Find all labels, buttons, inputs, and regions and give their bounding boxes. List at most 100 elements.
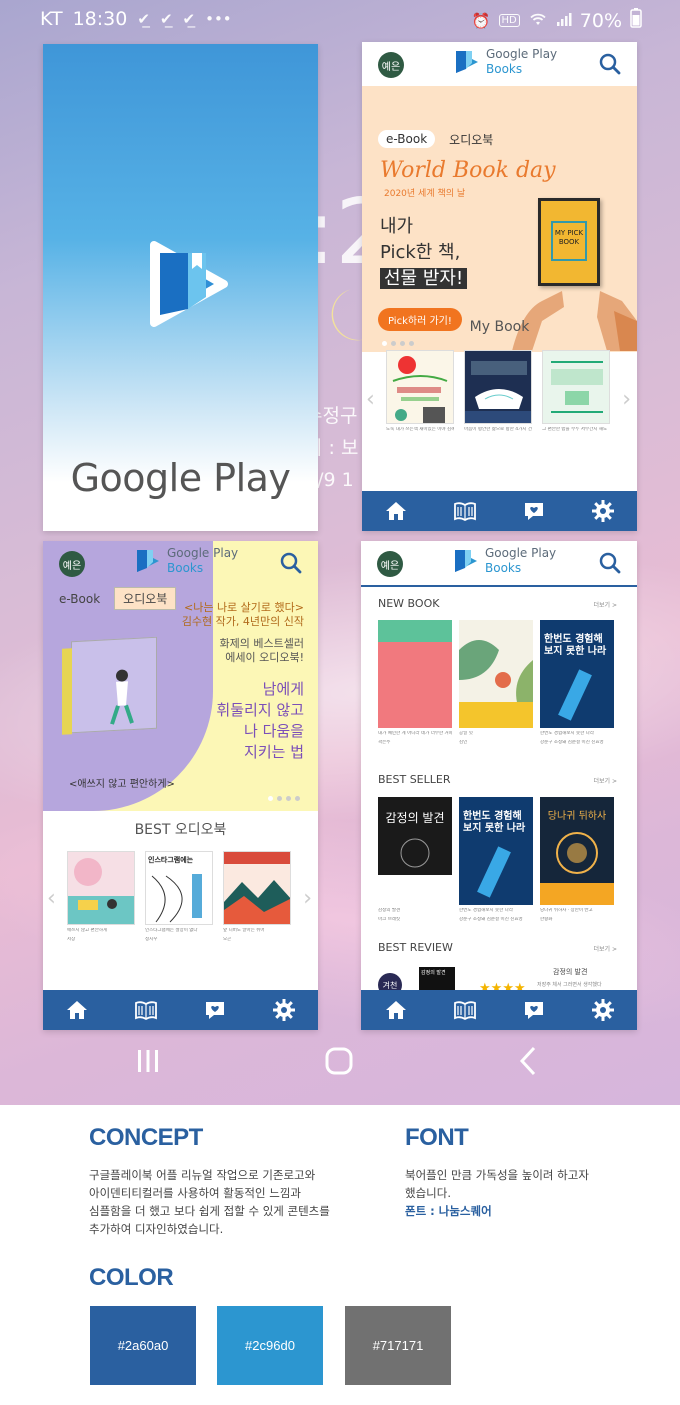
- book-item[interactable]: 한번도 경험해보지 못한 나라 한번도 경험해보지 못한 나라 강준구 조정돼 …: [540, 620, 614, 746]
- book-title: 그 편안한 밤을 부두 서부간지 해도: [542, 427, 608, 432]
- concept-line: 심플함을 더 했고 보다 쉽게 접할 수 있게 콘텐츠를: [89, 1204, 330, 1218]
- concept-line: 추가하여 디자인하였습니다.: [89, 1222, 224, 1236]
- system-nav-bar: [0, 1040, 680, 1080]
- user-avatar[interactable]: 예은: [377, 551, 403, 577]
- book-author: 강준구 조정돼 김준결 이진 진효영: [540, 740, 604, 745]
- section-title-new-book: NEW BOOK: [378, 597, 440, 610]
- book-cover: [459, 620, 533, 728]
- tab-ebook[interactable]: e-Book: [378, 130, 436, 148]
- app-header: 예은 Google Play Books: [362, 42, 637, 86]
- logo-line1: Google Play: [485, 546, 557, 560]
- book-item[interactable]: 마음이 평안한 삶으로 향한 4가지 건강한 비밀: [464, 350, 532, 433]
- book-cover: 감정의 발견: [378, 797, 452, 905]
- book-item[interactable]: 앞 니버도 알아는 쉬어 오곤: [223, 851, 291, 943]
- search-icon[interactable]: [599, 53, 621, 75]
- home-screen-card[interactable]: 예은 Google Play Books e-Book 오디오북 World Bo…: [362, 42, 637, 531]
- app-logo: Google Play Books: [453, 546, 556, 576]
- book-title: 한번도 경험해보지 못한 나라: [459, 908, 513, 913]
- tab-ebook[interactable]: e-Book: [59, 592, 100, 606]
- back-icon[interactable]: [518, 1046, 538, 1076]
- font-line: 북어플인 만큼 가독성을 높이려 하고자: [405, 1168, 589, 1182]
- review-icon[interactable]: [203, 998, 227, 1022]
- book-item[interactable]: 그 편안한 밤을 부두 서부간지 해도: [542, 350, 610, 433]
- home-icon[interactable]: [384, 499, 408, 523]
- book-title: 공일 잇: [459, 731, 473, 736]
- user-avatar[interactable]: 예은: [59, 551, 85, 577]
- review-icon[interactable]: [522, 998, 546, 1022]
- carousel-dots[interactable]: [382, 341, 414, 346]
- settings-icon[interactable]: [591, 499, 615, 523]
- banner-title: World Book day: [380, 158, 556, 183]
- best-audiobook-shelf: 애쓰지 않고 편안하게 저장 인스타그램에는 인스타그램에는 절망이 없다 정지…: [67, 851, 291, 943]
- chevron-left-icon[interactable]: ‹: [47, 886, 56, 911]
- book-title: 인스타그램에는 절망이 없다: [145, 928, 198, 933]
- world-book-day-banner[interactable]: e-Book 오디오북 World Book day 2020년 세계 책의 날…: [362, 86, 637, 352]
- library-icon[interactable]: [453, 499, 477, 523]
- book-item[interactable]: 당나귀 뒤하사 당나귀 뒤하사 · 장만이 반고 한왕화: [540, 797, 614, 923]
- chevron-right-icon[interactable]: ›: [303, 886, 312, 911]
- search-icon[interactable]: [599, 552, 621, 574]
- settings-icon[interactable]: [272, 998, 296, 1022]
- bottom-nav: [361, 990, 637, 1030]
- book-author: 곽은주: [378, 740, 391, 745]
- concept-text: 구글플레이북 어플 리뉴얼 작업으로 기존로고와 아이덴티티컬러를 사용하여 활…: [89, 1166, 330, 1238]
- google-play-books-logo-icon: [150, 241, 228, 327]
- battery-percent: 70%: [579, 9, 622, 32]
- book-item[interactable]: 인스타그램에는 인스타그램에는 절망이 없다 정지우: [145, 851, 213, 943]
- home-button-icon[interactable]: [324, 1046, 354, 1076]
- more-link[interactable]: 더보기 >: [594, 944, 618, 953]
- chevron-left-icon[interactable]: ‹: [366, 387, 375, 412]
- hands-illustration: [512, 291, 637, 351]
- book-item[interactable]: 공일 잇 김인: [459, 620, 533, 746]
- section-title-my-book: My Book: [469, 319, 530, 335]
- font-text: 북어플인 만큼 가독성을 높이려 하고자 했습니다. 폰트 : 나눔스퀘어: [405, 1166, 589, 1220]
- library-icon[interactable]: [453, 998, 477, 1022]
- book-item[interactable]: 감정의 발견 감정의 발견 마크 브래킷: [378, 797, 452, 923]
- more-link[interactable]: 더보기 >: [594, 776, 618, 785]
- chevron-right-icon[interactable]: ›: [622, 387, 631, 412]
- check-icon: ✔̲: [159, 10, 173, 28]
- status-bar: KT 18:30 ✔̲ ✔̲ ✔̲ ••• ⏰ HD 70%: [0, 0, 680, 40]
- library-screen-card[interactable]: 예은 Google Play Books NEW BOOK 더보기 > 내가 예민…: [361, 541, 637, 1030]
- color-swatch-secondary: #2c96d0: [217, 1306, 323, 1385]
- banner-big4: 지키는 법: [244, 743, 304, 761]
- review-icon[interactable]: [522, 499, 546, 523]
- home-icon[interactable]: [65, 998, 89, 1022]
- review-title: 감정의 발견: [553, 968, 588, 976]
- book-title: 앞 니버도 알아는 쉬어: [223, 928, 265, 933]
- banner-copy: 내가 Pick한 책, 선물 받자!: [380, 214, 468, 292]
- carousel-dots[interactable]: [268, 796, 300, 801]
- settings-icon[interactable]: [591, 998, 615, 1022]
- book-item[interactable]: 도둑 내가 쓰는책 재미있는 이야 김혜남: [386, 350, 454, 433]
- banner-quote2: 김수현 작가, 4년만의 신작: [181, 615, 304, 628]
- more-link[interactable]: 더보기 >: [594, 600, 618, 609]
- home-icon[interactable]: [384, 998, 408, 1022]
- tab-audiobook[interactable]: 오디오북: [449, 131, 493, 148]
- logo-line2: Books: [485, 561, 522, 575]
- book-item[interactable]: 애쓰지 않고 편안하게 저장: [67, 851, 135, 943]
- book-item[interactable]: 한번도 경험해보지 못한 나라 한번도 경험해보지 못한 나라 강준구 조정돼 …: [459, 797, 533, 923]
- book-author: 정지우: [145, 937, 158, 942]
- banner-quote3: 화제의 베스트셀러: [219, 637, 304, 650]
- book-title: 감정의 발견: [378, 908, 401, 913]
- logo-line2: Books: [486, 62, 523, 76]
- app-logo: Google Play Books: [135, 546, 238, 576]
- color-swatch-primary: #2a60a0: [90, 1306, 196, 1385]
- tab-audiobook[interactable]: 오디오북: [114, 587, 177, 610]
- carrier-label: KT: [40, 8, 63, 30]
- font-line: 했습니다.: [405, 1186, 451, 1200]
- book-cover: [386, 350, 454, 424]
- book-item[interactable]: 내가 예민한 게 아니라 네가 너무한 거야 곽은주: [378, 620, 452, 746]
- user-avatar[interactable]: 예은: [378, 52, 404, 78]
- concept-line: 아이덴티티컬러를 사용하여 활동적인 느낌과: [89, 1186, 301, 1200]
- more-dots-icon: •••: [205, 10, 232, 28]
- bottom-nav: [43, 990, 318, 1030]
- banner-line3: 선물 받자!: [380, 268, 468, 289]
- book-title: 애쓰지 않고 편안하게: [67, 928, 108, 933]
- book-title: 당나귀 뒤하사 · 장만이 반고: [540, 908, 593, 913]
- audiobook-screen-card[interactable]: <나는 나로 살기로 했다> 김수현 작가, 4년만의 신작 화제의 베스트셀러…: [43, 541, 318, 1030]
- splash-screen[interactable]: Google Play: [43, 44, 318, 531]
- recents-icon[interactable]: [134, 1048, 162, 1074]
- search-icon[interactable]: [280, 552, 302, 574]
- library-icon[interactable]: [134, 998, 158, 1022]
